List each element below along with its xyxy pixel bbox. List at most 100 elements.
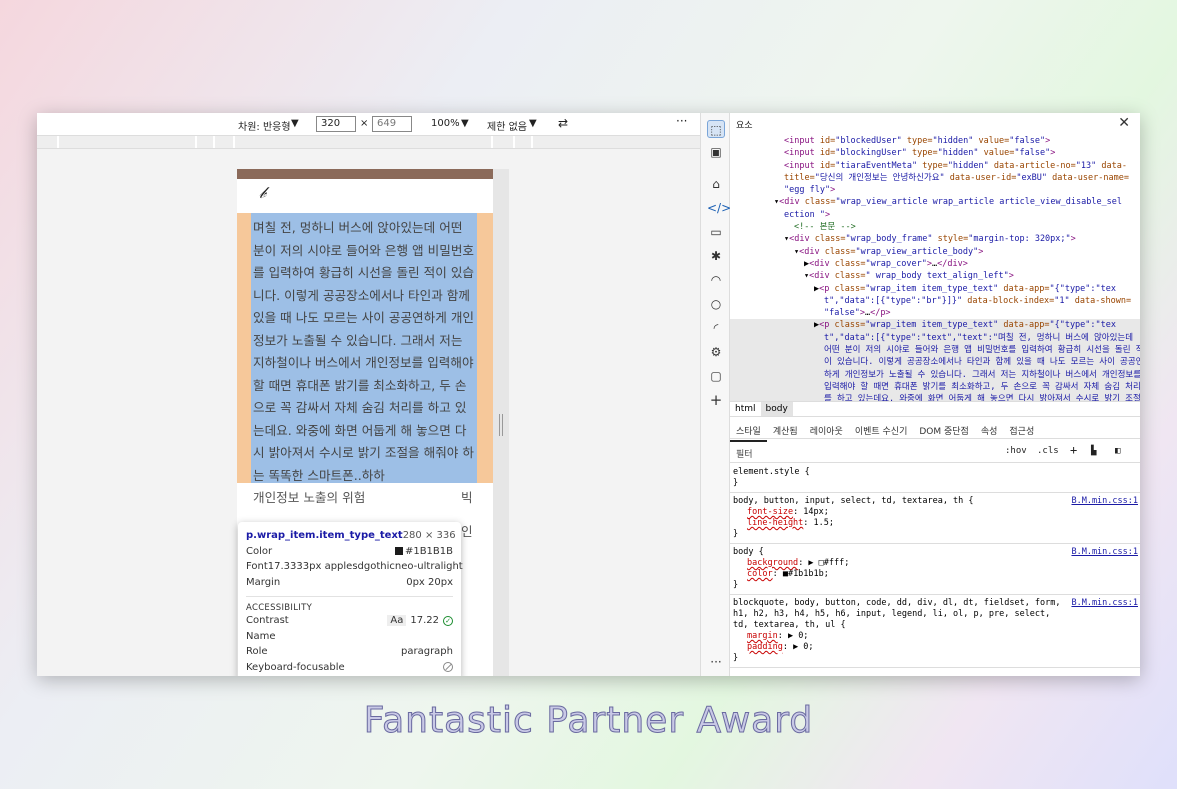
more-options-button[interactable]: ···	[676, 114, 687, 128]
add-tool-icon[interactable]: +	[707, 391, 725, 409]
font-label: Font	[246, 561, 268, 573]
dom-node-line[interactable]: 이 있습니다. 이렇게 공공장소에서나 타인과 함께 있을 때 나도 모르는 사…	[730, 356, 1140, 369]
margin-label: Margin	[246, 576, 281, 588]
paint-icon[interactable]: ▙	[1091, 446, 1096, 456]
css-declaration[interactable]: padding: ▶ 0;	[733, 642, 1137, 653]
chevron-down-icon[interactable]: ▼	[529, 118, 537, 129]
css-selector: element.style {	[733, 467, 810, 477]
tab-computed[interactable]: 계산됨	[767, 419, 804, 440]
sidebar-toggle-icon[interactable]: ◧	[1115, 446, 1120, 456]
media-query-ruler[interactable]	[37, 135, 700, 149]
css-declaration[interactable]: color: ■#1b1b1b;	[733, 569, 1137, 580]
color-swatch	[394, 546, 403, 555]
dom-node-line[interactable]: ▾<div class="wrap_view_article wrap_arti…	[730, 196, 1140, 208]
application-icon[interactable]: ▢	[707, 367, 725, 385]
color-label: Color	[246, 545, 273, 557]
dom-node-line[interactable]: "egg fly">	[730, 184, 1140, 196]
dom-node-line[interactable]: <input id="blockingUser" type="hidden" v…	[730, 147, 1140, 159]
dom-node-line[interactable]: 를 하고 있는데요. 와중에 화면 어둡게 해 놓으면 다시 밝아져서 수시로 …	[730, 393, 1140, 401]
tab-styles[interactable]: 스타일	[730, 419, 767, 442]
css-declaration[interactable]: line-height: 1.5;	[733, 518, 1137, 529]
dom-node-line[interactable]: 입력해야 할 때면 휴대폰 밝기를 최소화하고, 두 손으로 꼭 감싸서 자체 …	[730, 380, 1140, 394]
dom-node-line[interactable]: ▶<p class="wrap_item item_type_text" dat…	[730, 319, 1140, 332]
dom-node-line[interactable]: ▶<div class="wrap_cover">…</div>	[730, 258, 1140, 270]
style-rules[interactable]: element.style {} body, button, input, sel…	[730, 464, 1140, 676]
console-icon[interactable]: ▭	[707, 223, 725, 241]
accessibility-heading: ACCESSIBILITY	[246, 596, 453, 613]
contrast-value: 17.22	[410, 615, 439, 627]
css-source-link[interactable]: B.M.min.css:1	[1071, 547, 1138, 558]
resize-handle[interactable]	[499, 414, 503, 436]
dom-node-line[interactable]: ▾<div class="wrap_view_article_body">	[730, 246, 1140, 258]
settings-gear-icon[interactable]: ⚙	[707, 343, 725, 361]
more-tools-icon[interactable]: ···	[707, 653, 725, 671]
device-emulation-icon[interactable]: ▣	[707, 143, 725, 161]
dom-node-line[interactable]: title="당신의 개인정보는 안녕하신가요" data-user-id="e…	[730, 172, 1140, 184]
dom-node-line[interactable]: ▾<div class=" wrap_body text_align_left"…	[730, 270, 1140, 282]
contrast-sample: Aa	[387, 615, 407, 627]
contrast-label: Contrast	[246, 615, 289, 627]
hov-button[interactable]: :hov	[1005, 446, 1027, 456]
elements-icon[interactable]: </>	[707, 199, 731, 217]
css-source-link[interactable]: B.M.min.css:1	[1071, 598, 1138, 609]
filter-bar: 필터 :hov .cls + ▙ ◧	[730, 441, 1140, 463]
name-label: Name	[246, 630, 276, 642]
close-icon[interactable]: ✕	[1118, 115, 1130, 131]
css-declaration[interactable]: margin: ▶ 0;	[733, 631, 1137, 642]
dom-node-line[interactable]: <!-- 본문 -->	[730, 221, 1140, 233]
dom-node-line[interactable]: t","data":[{"type":"text","text":"며칠 전, …	[730, 331, 1140, 345]
css-rule[interactable]: element.style {}	[730, 464, 1140, 493]
network-icon[interactable]: ◠	[707, 271, 725, 289]
inspect-icon[interactable]: ⬚	[707, 120, 725, 138]
zoom-select[interactable]: 100%	[431, 118, 460, 129]
dom-node-line[interactable]: 어떤 분이 저의 시야로 들어와 은행 앱 비밀번호를 입력하여 황급히 시선을…	[730, 344, 1140, 357]
dimension-select[interactable]: 차원: 반응형	[238, 118, 291, 133]
lightbulb-icon[interactable]: ○	[707, 295, 725, 313]
browser-window: 차원: 반응형 ▼ 320 × 649 100% ▼ 제한 없음 ▼ ⇄ ···…	[37, 113, 1140, 676]
panel-title: 요소	[736, 121, 753, 131]
dom-node-line[interactable]: <input id="blockedUser" type="hidden" va…	[730, 135, 1140, 147]
cls-button[interactable]: .cls	[1037, 446, 1059, 456]
cut-off-char-2: 인	[461, 524, 473, 539]
dom-node-line[interactable]: "false">…</p>	[730, 307, 1140, 319]
home-icon[interactable]: ⌂	[707, 175, 725, 193]
role-label: Role	[246, 646, 268, 658]
tab-event-listeners[interactable]: 이벤트 수신기	[849, 419, 914, 440]
css-rule[interactable]: body, button, input, select, td, textare…	[730, 493, 1140, 544]
dom-node-line[interactable]: <input id="tiaraEventMeta" type="hidden"…	[730, 160, 1140, 172]
dom-node-line[interactable]: 하게 개인정보가 노출될 수 있습니다. 그래서 저는 지하철이나 버스에서 개…	[730, 368, 1140, 381]
cover-photo	[237, 169, 493, 179]
breadcrumb-html[interactable]: html	[730, 402, 761, 416]
throttle-select[interactable]: 제한 없음	[487, 118, 527, 133]
breadcrumb-body[interactable]: body	[760, 402, 793, 416]
rotate-icon[interactable]: ⇄	[558, 116, 568, 130]
chevron-down-icon[interactable]: ▼	[291, 118, 299, 129]
css-rule[interactable]: body {B.M.min.css:1 background: ▶ □#fff; c…	[730, 544, 1140, 595]
dom-node-line[interactable]: ection ">	[730, 209, 1140, 221]
tab-layout[interactable]: 레이아웃	[804, 419, 849, 440]
tooltip-selector: p.wrap_item.item_type_text	[246, 530, 403, 542]
css-source-link[interactable]: B.M.min.css:1	[1071, 496, 1138, 507]
dom-node-line[interactable]: t","data":[{"type":"br"}]}" data-block-i…	[730, 295, 1140, 307]
margin-value: 0px 20px	[406, 576, 453, 588]
performance-icon[interactable]: ◜	[707, 319, 725, 337]
filter-input[interactable]: 필터	[736, 447, 753, 460]
dom-tree[interactable]: <input id="blockedUser" type="hidden" va…	[730, 135, 1140, 401]
dom-node-line[interactable]: ▶<p class="wrap_item item_type_text" dat…	[730, 283, 1140, 295]
css-declaration[interactable]: font-size: 14px;	[733, 507, 1137, 518]
chevron-down-icon[interactable]: ▼	[461, 118, 469, 129]
new-rule-icon[interactable]: +	[1070, 443, 1077, 457]
tab-accessibility[interactable]: 접근성	[1003, 419, 1040, 440]
device-toolbar: 차원: 반응형 ▼ 320 × 649 100% ▼ 제한 없음 ▼ ⇄ ···	[37, 113, 700, 135]
article-paragraph: 며칠 전, 멍하니 버스에 앉아있는데 어떤 분이 저의 시야로 들어와 은행 …	[253, 220, 474, 483]
cut-off-char-1: 빅	[461, 490, 473, 505]
bug-icon[interactable]: ✱	[707, 247, 725, 265]
css-declaration[interactable]: background: ▶ □#fff;	[733, 558, 1137, 569]
width-input[interactable]: 320	[316, 116, 356, 132]
tab-dom-breakpoints[interactable]: DOM 중단점	[913, 419, 974, 440]
height-input[interactable]: 649	[372, 116, 412, 132]
tab-properties[interactable]: 속성	[975, 419, 1004, 440]
styles-tabs: 스타일 계산됨 레이아웃 이벤트 수신기 DOM 중단점 속성 접근성	[730, 419, 1140, 442]
css-rule[interactable]: blockquote, body, button, code, dd, div,…	[730, 595, 1140, 668]
dom-node-line[interactable]: ▾<div class="wrap_body_frame" style="mar…	[730, 233, 1140, 245]
